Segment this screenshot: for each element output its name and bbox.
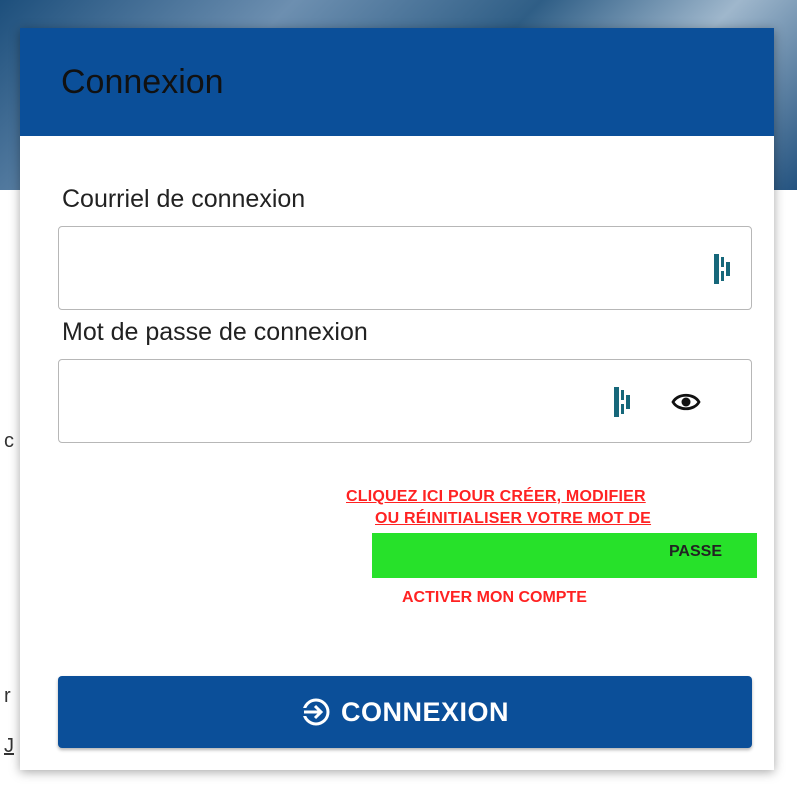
password-field-container: [58, 359, 752, 443]
email-field[interactable]: [73, 227, 637, 309]
dialog-title: Connexion: [61, 62, 224, 101]
email-label: Courriel de connexion: [62, 185, 306, 213]
reset-password-link-line2[interactable]: OU RÉINITIALISER VOTRE MOT DE: [375, 510, 651, 528]
password-manager-icon[interactable]: [614, 387, 630, 417]
password-field[interactable]: [73, 360, 637, 442]
login-dialog: Connexion Courriel de connexion Mot de p…: [20, 28, 774, 770]
background-text-fragment: c: [4, 430, 14, 452]
background-text-fragment: r: [4, 685, 11, 707]
background-link-fragment: J: [4, 735, 14, 757]
dialog-header: Connexion: [20, 28, 774, 136]
login-button[interactable]: CONNEXION: [58, 676, 752, 748]
reset-password-link-line3[interactable]: PASSE: [669, 543, 722, 561]
password-label: Mot de passe de connexion: [62, 318, 368, 346]
password-manager-icon[interactable]: [714, 254, 730, 284]
eye-icon[interactable]: [671, 387, 701, 417]
reset-password-link-line1[interactable]: CLIQUEZ ICI POUR CRÉER, MODIFIER: [346, 488, 646, 506]
highlight-bar: PASSE: [372, 533, 757, 578]
login-icon: [301, 698, 330, 726]
activate-account-link[interactable]: ACTIVER MON COMPTE: [402, 589, 587, 607]
email-field-container: [58, 226, 752, 310]
login-button-label: CONNEXION: [340, 696, 510, 727]
